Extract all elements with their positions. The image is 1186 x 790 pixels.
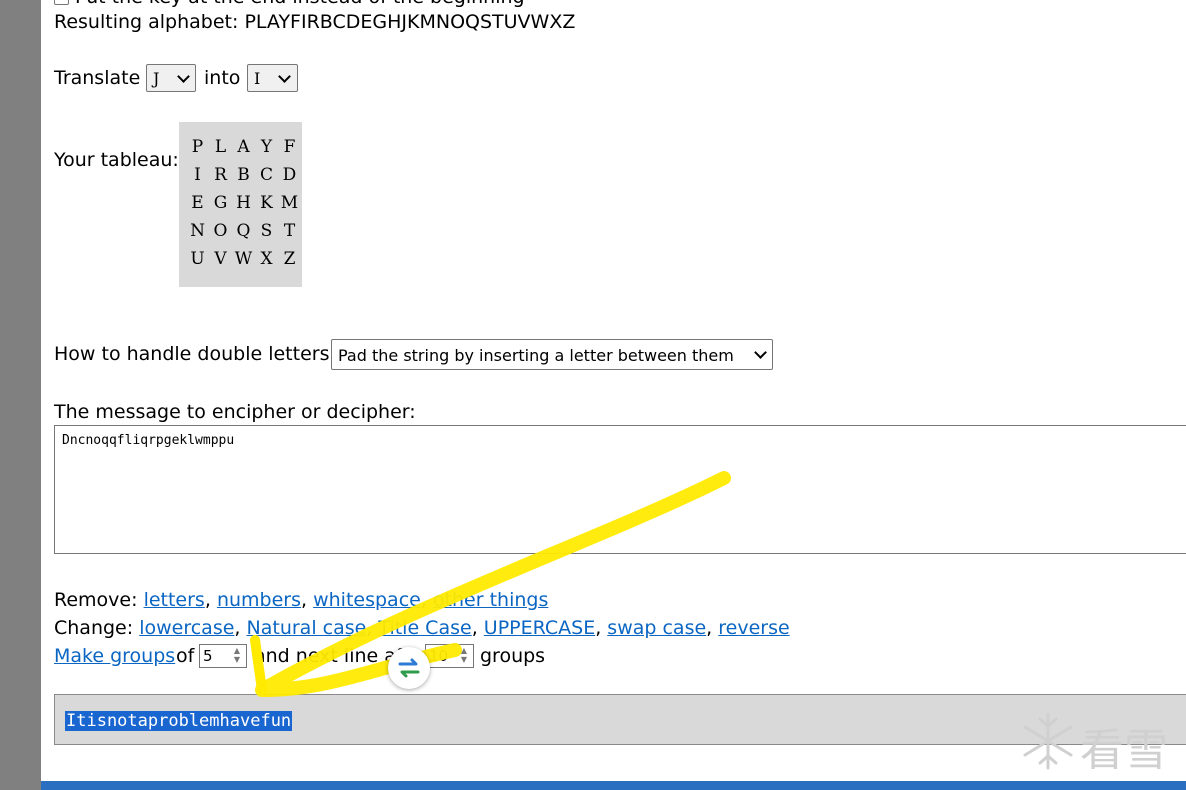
swap-arrows-icon (398, 658, 420, 678)
bottom-bar (41, 781, 1186, 790)
highlight-annotation (250, 471, 731, 697)
snowflake-icon (1023, 712, 1073, 770)
highlight-stroke (250, 635, 267, 695)
watermark-text: 看雪 (1080, 725, 1168, 776)
watermark: 看雪 (1018, 710, 1178, 776)
float-swap-button[interactable] (388, 647, 430, 689)
highlight-stroke (255, 471, 731, 697)
